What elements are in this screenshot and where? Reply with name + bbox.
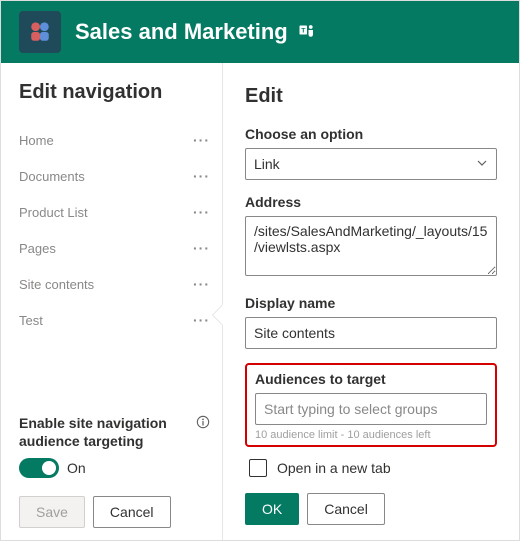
more-icon[interactable]: ··· (193, 168, 210, 184)
display-name-field: Display name (245, 295, 497, 349)
open-new-tab-label: Open in a new tab (277, 460, 391, 476)
nav-item-label: Home (19, 133, 54, 148)
display-name-input[interactable] (245, 317, 497, 349)
panel-pointer (213, 305, 223, 325)
left-button-row: Save Cancel (19, 496, 210, 528)
edit-panel-title: Edit (245, 85, 497, 108)
audiences-hint: 10 audience limit - 10 audiences left (255, 429, 487, 441)
option-select[interactable]: Link (245, 148, 497, 180)
edit-link-panel: Edit Choose an option Link Address Displ… (223, 63, 519, 540)
site-logo (19, 11, 61, 53)
save-button[interactable]: Save (19, 496, 85, 528)
more-icon[interactable]: ··· (193, 204, 210, 220)
nav-item-product-list[interactable]: Product List ··· (19, 194, 210, 230)
address-input[interactable] (245, 216, 497, 276)
main-content: Edit navigation Home ··· Documents ··· P… (1, 63, 519, 540)
option-label: Choose an option (245, 126, 497, 142)
left-panel-footer: Enable site navigation audience targetin… (19, 414, 210, 528)
nav-item-site-contents[interactable]: Site contents ··· (19, 266, 210, 302)
cancel-button[interactable]: Cancel (307, 493, 385, 525)
info-icon[interactable] (196, 415, 210, 429)
panel-title: Edit navigation (19, 81, 210, 104)
nav-item-label: Product List (19, 205, 88, 220)
nav-item-label: Pages (19, 241, 56, 256)
more-icon[interactable]: ··· (193, 312, 210, 328)
address-label: Address (245, 194, 497, 210)
nav-item-label: Site contents (19, 277, 94, 292)
display-name-label: Display name (245, 295, 497, 311)
open-new-tab-checkbox[interactable] (249, 459, 267, 477)
chevron-down-icon (476, 156, 488, 172)
option-value: Link (254, 156, 280, 172)
toggle-knob (42, 461, 56, 475)
edit-navigation-panel: Edit navigation Home ··· Documents ··· P… (1, 63, 223, 540)
site-title: Sales and Marketing (75, 19, 288, 45)
more-icon[interactable]: ··· (193, 240, 210, 256)
nav-item-label: Test (19, 313, 43, 328)
toggle-state-label: On (67, 460, 86, 476)
address-field: Address (245, 194, 497, 281)
audiences-highlight: Audiences to target 10 audience limit - … (245, 363, 497, 447)
audience-targeting-label: Enable site navigation audience targetin… (19, 414, 210, 450)
audience-targeting-toggle-row: On (19, 458, 210, 478)
right-button-row: OK Cancel (245, 493, 497, 525)
nav-item-documents[interactable]: Documents ··· (19, 158, 210, 194)
more-icon[interactable]: ··· (193, 276, 210, 292)
nav-list: Home ··· Documents ··· Product List ··· … (19, 122, 210, 338)
nav-item-pages[interactable]: Pages ··· (19, 230, 210, 266)
audiences-input[interactable] (255, 393, 487, 425)
audiences-label: Audiences to target (255, 371, 487, 387)
audience-targeting-toggle[interactable] (19, 458, 59, 478)
site-header: Sales and Marketing T (1, 1, 519, 63)
option-field: Choose an option Link (245, 126, 497, 180)
nav-item-label: Documents (19, 169, 85, 184)
nav-item-home[interactable]: Home ··· (19, 122, 210, 158)
ok-button[interactable]: OK (245, 493, 299, 525)
open-new-tab-row: Open in a new tab (249, 459, 497, 477)
cancel-button[interactable]: Cancel (93, 496, 171, 528)
more-icon[interactable]: ··· (193, 132, 210, 148)
nav-item-test[interactable]: Test ··· (19, 302, 210, 338)
teams-icon: T (298, 21, 316, 44)
